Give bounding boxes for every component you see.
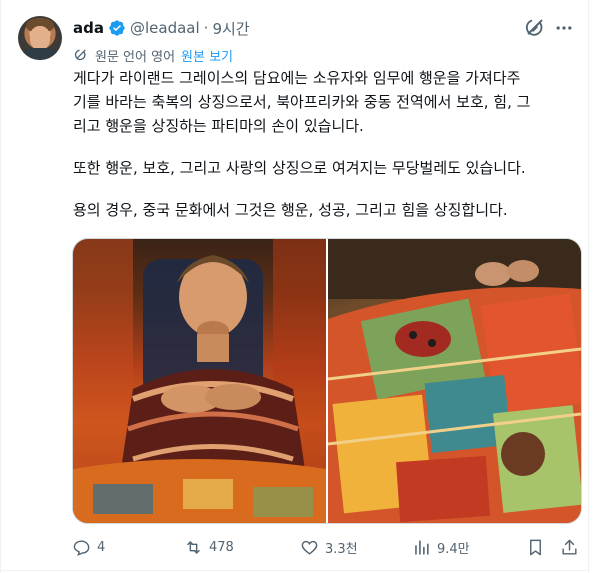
views-icon: [415, 539, 429, 555]
text-line: 기를 바라는 축복의 상징으로서, 북아프리카와 중동 전역에서 보호, 힘, …: [73, 93, 531, 111]
tweet-card[interactable]: ada @leadaal · 9시간 원문 언어 영어 원본 보기 게다가 라이…: [0, 0, 594, 573]
avatar[interactable]: [18, 16, 62, 60]
bookmark-icon: [530, 539, 541, 555]
like-button[interactable]: 3.3천: [300, 535, 358, 559]
reply-icon: [73, 539, 90, 556]
reply-count: 4: [97, 539, 106, 555]
text-line: 게다가 라이랜드 그레이스의 담요에는 소유자와 임무에 행운을 가져다주: [73, 69, 521, 87]
repost-button[interactable]: 478: [184, 535, 234, 559]
translate-icon: [74, 49, 86, 61]
divider: [588, 0, 589, 573]
tweet-text: 게다가 라이랜드 그레이스의 담요에는 소유자와 임무에 행운을 가져다주 기를…: [73, 66, 583, 222]
heart-icon: [301, 540, 318, 555]
repost-count: 478: [209, 539, 234, 555]
author-name[interactable]: ada: [73, 19, 104, 37]
separator: ·: [203, 19, 209, 37]
post-time[interactable]: 9시간: [212, 18, 249, 39]
media-image[interactable]: [73, 239, 326, 523]
like-count: 3.3천: [325, 541, 358, 557]
text-line: 리고 행운을 상징하는 파티마의 손이 있습니다.: [73, 117, 364, 135]
reply-button[interactable]: 4: [72, 535, 105, 559]
text-line: 또한 행운, 보호, 그리고 사랑의 상징으로 여겨지는 무당벌레도 있습니다.: [73, 159, 526, 177]
translation-label: 원문 언어 영어: [95, 49, 176, 65]
views-button[interactable]: 9.4만: [412, 535, 470, 559]
media-grid: [72, 238, 582, 524]
views-count: 9.4만: [437, 541, 470, 557]
repost-icon: [187, 540, 200, 554]
action-bar: 4 478 3.3천 9.4만: [72, 535, 582, 559]
verified-badge-icon: [109, 20, 125, 36]
view-original-link[interactable]: 원본 보기: [181, 46, 233, 65]
grok-icon[interactable]: [524, 17, 546, 39]
translation-notice: 원문 언어 영어 원본 보기: [73, 44, 233, 66]
share-button[interactable]: [560, 535, 579, 559]
divider: [0, 0, 1, 573]
bookmark-button[interactable]: [526, 535, 545, 559]
media-image[interactable]: [328, 239, 581, 523]
more-icon[interactable]: [554, 18, 574, 38]
share-icon: [562, 539, 577, 555]
author-handle[interactable]: @leadaal: [130, 19, 200, 37]
text-line: 용의 경우, 중국 문화에서 그것은 행운, 성공, 그리고 힘을 상징합니다.: [73, 201, 508, 219]
tweet-header: ada @leadaal · 9시간: [73, 16, 250, 40]
divider: [0, 570, 589, 571]
